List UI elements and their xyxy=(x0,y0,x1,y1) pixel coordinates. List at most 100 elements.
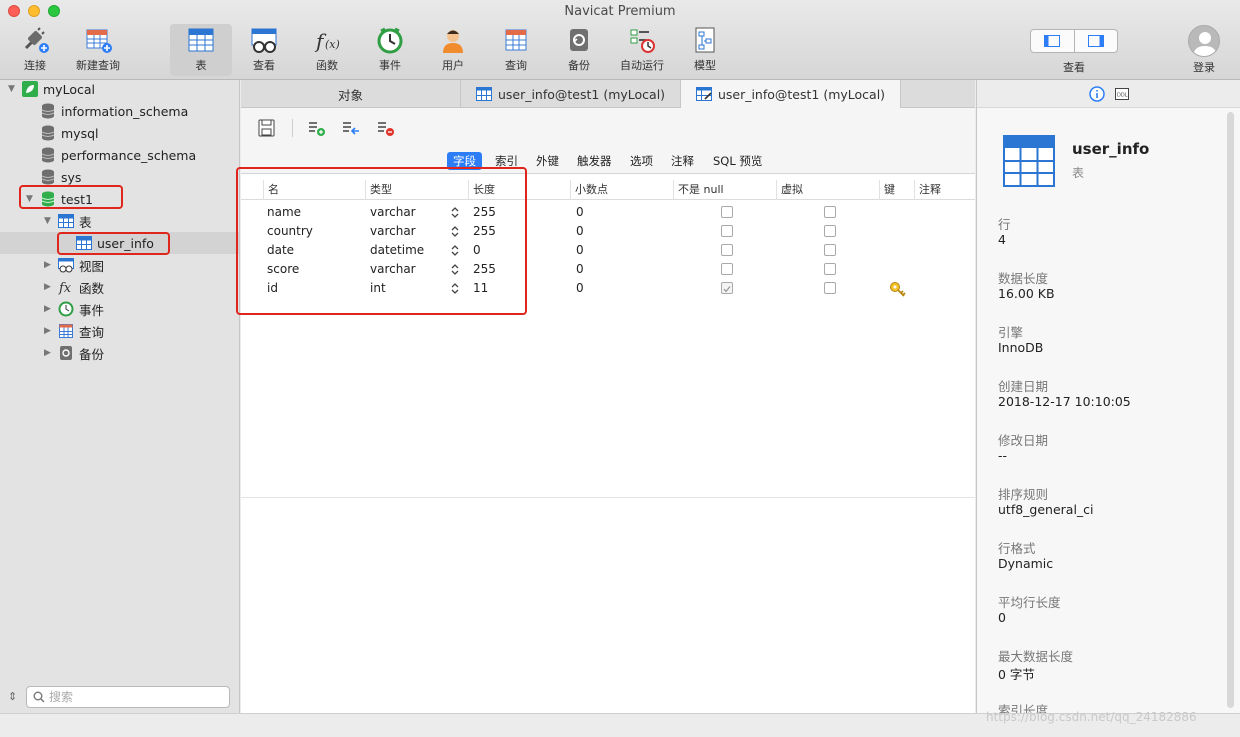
ddl-icon[interactable]: DDL xyxy=(1114,86,1130,102)
prop-label-avg-row-length: 平均行长度 xyxy=(998,595,1061,610)
prop-label-rows: 行 xyxy=(998,217,1011,232)
view-layout-segmented xyxy=(1030,29,1118,53)
field-decimals[interactable]: 0 xyxy=(576,222,584,241)
login-label: 登录 xyxy=(1193,61,1215,74)
expand-triangle-icon[interactable]: ▼ xyxy=(44,216,54,226)
table-designer: 字段 索引 外键 触发器 选项 注释 SQL 预览 名 类型 长度 小数点 不是… xyxy=(236,108,975,713)
tree-group-queries[interactable]: ▶ 查询 xyxy=(44,320,104,342)
tree-group-functions[interactable]: ▶ fx 函数 xyxy=(44,276,104,298)
database-label: performance_schema xyxy=(61,147,197,163)
collapse-triangle-icon[interactable]: ▶ xyxy=(44,326,54,336)
subtab-triggers[interactable]: 触发器 xyxy=(571,152,618,170)
toolbar-view-button[interactable]: 查看 xyxy=(233,24,295,76)
virtual-checkbox[interactable] xyxy=(824,282,836,294)
tree-group-events[interactable]: ▶ 事件 xyxy=(44,298,104,320)
user-avatar-icon xyxy=(1193,32,1217,56)
prop-value-collation: utf8_general_ci xyxy=(998,502,1094,517)
table-large-icon xyxy=(1003,135,1055,187)
group-label: 函数 xyxy=(79,280,105,296)
collapse-triangle-icon[interactable]: ▶ xyxy=(44,348,54,358)
info-panel-scrollbar[interactable] xyxy=(1227,112,1234,708)
column-header-comment[interactable]: 注释 xyxy=(914,180,975,200)
insert-field-icon[interactable] xyxy=(341,119,361,137)
collapse-triangle-icon[interactable]: ▶ xyxy=(44,304,54,314)
toolbar-event-button[interactable]: 事件 xyxy=(359,24,421,76)
tree-connection-mylocal[interactable]: ▼ myLocal xyxy=(8,78,95,100)
tab-user-info-data[interactable]: user_info@test1 (myLocal) xyxy=(461,80,681,108)
tree-group-tables[interactable]: ▼ 表 xyxy=(44,210,92,232)
search-input[interactable] xyxy=(49,690,219,704)
view-group-icon xyxy=(58,258,74,273)
virtual-checkbox[interactable] xyxy=(824,206,836,218)
prop-label-max-data-length: 最大数据长度 xyxy=(998,649,1074,664)
field-decimals[interactable]: 0 xyxy=(576,203,584,222)
tree-db-performance-schema[interactable]: performance_schema xyxy=(40,144,196,166)
not-null-checkbox-checked[interactable] xyxy=(721,282,733,294)
tab-objects[interactable]: 对象 xyxy=(241,80,461,108)
virtual-checkbox[interactable] xyxy=(824,225,836,237)
tree-group-backups[interactable]: ▶ 备份 xyxy=(44,342,104,364)
event-clock-icon xyxy=(58,301,74,317)
table-icon xyxy=(188,28,214,52)
info-panel-header: DDL xyxy=(977,80,1240,108)
delete-field-icon[interactable] xyxy=(376,119,396,137)
collapse-triangle-icon[interactable]: ▶ xyxy=(44,260,54,270)
toolbar-label: 事件 xyxy=(379,59,401,72)
column-header-virtual[interactable]: 虚拟 xyxy=(776,180,879,200)
sort-updown-icon[interactable]: ⇕ xyxy=(8,690,17,703)
not-null-checkbox[interactable] xyxy=(721,244,733,256)
subtab-comments[interactable]: 注释 xyxy=(665,152,700,170)
object-title: user_info xyxy=(1072,140,1150,158)
toolbar-query-button[interactable]: 查询 xyxy=(485,24,547,76)
prop-value-avg-row-length: 0 xyxy=(998,610,1006,625)
watermark: https://blog.csdn.net/qq_24182886 xyxy=(986,710,1197,724)
not-null-checkbox[interactable] xyxy=(721,206,733,218)
toolbar-model-button[interactable]: 模型 xyxy=(674,24,736,76)
info-icon[interactable] xyxy=(1089,86,1105,102)
automation-icon xyxy=(630,29,655,53)
toolbar-divider xyxy=(292,119,293,137)
toolbar-automation-button[interactable]: 自动运行 xyxy=(611,24,673,76)
fields-highlight-annotation xyxy=(236,167,527,315)
toolbar-table-button[interactable]: 表 xyxy=(170,24,232,76)
object-type: 表 xyxy=(1072,166,1085,180)
virtual-checkbox[interactable] xyxy=(824,244,836,256)
tab-user-info-design[interactable]: user_info@test1 (myLocal) xyxy=(681,80,901,108)
group-label: 查询 xyxy=(79,324,105,340)
field-decimals[interactable]: 0 xyxy=(576,241,584,260)
not-null-checkbox[interactable] xyxy=(721,225,733,237)
toolbar-connect-button[interactable]: 连接 xyxy=(4,24,66,76)
save-icon[interactable] xyxy=(257,119,277,137)
tab-label: user_info@test1 (myLocal) xyxy=(717,86,886,102)
subtab-options[interactable]: 选项 xyxy=(624,152,659,170)
toggle-navigation-pane-button[interactable] xyxy=(1031,30,1074,52)
tree-db-mysql[interactable]: mysql xyxy=(40,122,99,144)
subtab-foreign-keys[interactable]: 外键 xyxy=(530,152,565,170)
navigation-sidebar: ▼ myLocal information_schema mysql perfo… xyxy=(0,80,240,713)
not-null-checkbox[interactable] xyxy=(721,263,733,275)
toolbar-new-query-button[interactable]: 新建查询 xyxy=(67,24,129,76)
virtual-checkbox[interactable] xyxy=(824,263,836,275)
primary-key-icon xyxy=(890,282,906,297)
prop-value-row-format: Dynamic xyxy=(998,556,1054,571)
toolbar-backup-button[interactable]: 备份 xyxy=(548,24,610,76)
database-icon xyxy=(41,147,55,163)
expand-triangle-icon[interactable]: ▼ xyxy=(8,84,18,94)
backup-icon xyxy=(570,29,588,51)
toggle-info-pane-button[interactable] xyxy=(1073,30,1118,52)
column-header-key[interactable]: 键 xyxy=(879,180,914,200)
collapse-triangle-icon[interactable]: ▶ xyxy=(44,282,54,292)
toolbar-function-button[interactable]: f (x) 函数 xyxy=(296,24,358,76)
prop-value-engine: InnoDB xyxy=(998,340,1044,355)
add-field-icon[interactable] xyxy=(307,119,327,137)
field-decimals[interactable]: 0 xyxy=(576,260,584,279)
table-design-icon xyxy=(695,87,712,101)
column-header-decimals[interactable]: 小数点 xyxy=(570,180,673,200)
column-header-not-null[interactable]: 不是 null xyxy=(673,180,776,200)
subtab-sql-preview[interactable]: SQL 预览 xyxy=(707,152,768,170)
avatar[interactable] xyxy=(1188,25,1220,57)
tree-db-information-schema[interactable]: information_schema xyxy=(40,100,188,122)
toolbar-user-button[interactable]: 用户 xyxy=(422,24,484,76)
tree-group-views[interactable]: ▶ 视图 xyxy=(44,254,104,276)
field-decimals[interactable]: 0 xyxy=(576,279,584,298)
